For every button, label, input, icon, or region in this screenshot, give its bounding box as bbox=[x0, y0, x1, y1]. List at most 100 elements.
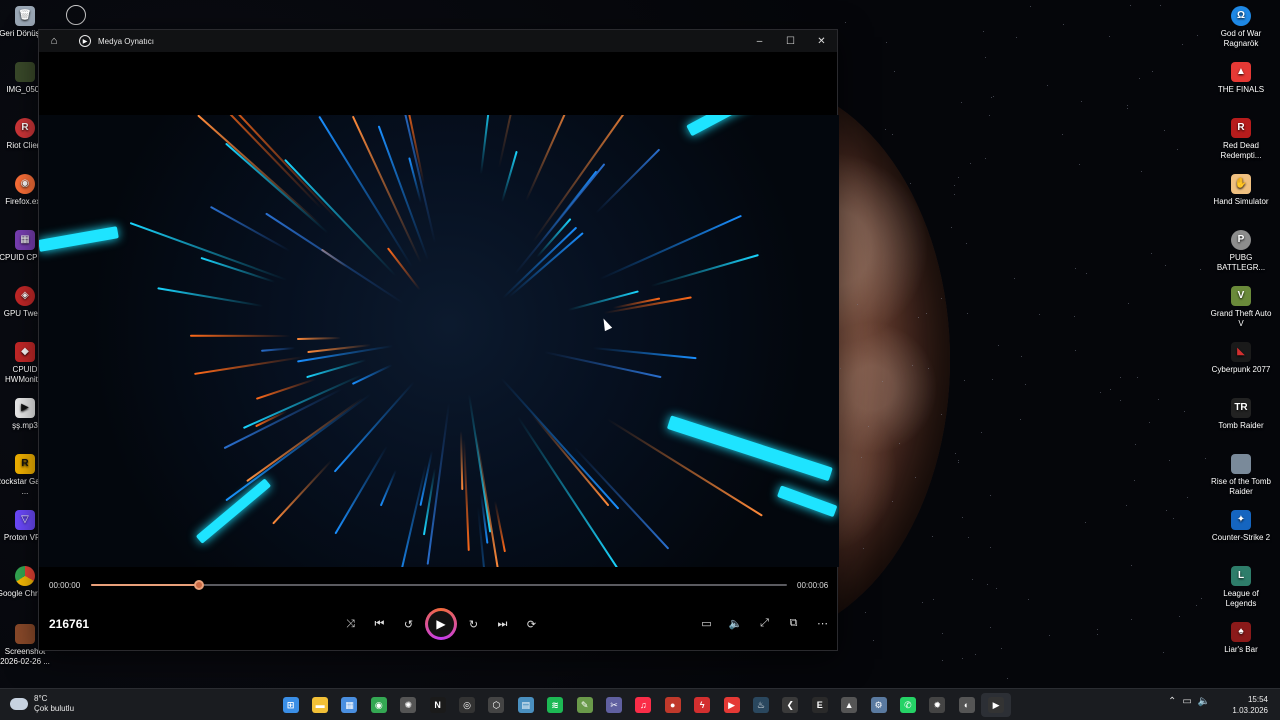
weather-widget[interactable]: 8°C Çok bulutlu bbox=[10, 694, 74, 714]
light-streak bbox=[525, 115, 574, 202]
taskbar-app-media-player[interactable]: ▶ bbox=[981, 693, 1011, 717]
taskbar-app-photos[interactable]: ▤ bbox=[511, 693, 540, 717]
close-button[interactable]: ✕ bbox=[806, 30, 837, 52]
star-decoration bbox=[989, 115, 991, 117]
taskbar-app-notepad[interactable]: ✎ bbox=[570, 693, 599, 717]
chatgpt-icon: ✺ bbox=[400, 697, 417, 713]
minimize-button[interactable]: – bbox=[744, 30, 775, 52]
star-decoration bbox=[1201, 598, 1203, 600]
desktop-icon-cyberpunk[interactable]: ◣ Cyberpunk 2077 bbox=[1210, 342, 1272, 375]
previous-icon[interactable]: ⏮ bbox=[365, 609, 394, 639]
taskbar-app-whatsapp[interactable]: ✆ bbox=[893, 693, 922, 717]
taskbar-app-unity[interactable]: ⬡ bbox=[482, 693, 511, 717]
desktop-icon-gta5[interactable]: V Grand Theft Auto V bbox=[1210, 286, 1272, 329]
star-decoration bbox=[953, 184, 955, 186]
star-decoration bbox=[856, 303, 858, 305]
taskbar-app-netflix[interactable]: N bbox=[423, 693, 452, 717]
light-streak bbox=[264, 212, 404, 304]
star-decoration bbox=[1197, 34, 1199, 36]
desktop-icon-pubg[interactable]: P PUBG BATTLEGR... bbox=[1210, 230, 1272, 273]
next-icon[interactable]: ⏭ bbox=[488, 609, 517, 639]
taskbar-app-chatgpt[interactable]: ✺ bbox=[394, 693, 423, 717]
desktop-icon-lol[interactable]: L League of Legends bbox=[1210, 566, 1272, 609]
maximize-button[interactable]: ☐ bbox=[775, 30, 806, 52]
star-decoration bbox=[1006, 678, 1008, 680]
light-streak bbox=[686, 115, 816, 137]
rewind-10-icon[interactable]: ↺ bbox=[394, 609, 423, 639]
star-decoration bbox=[1074, 267, 1076, 269]
taskbar-app-game-launcher[interactable]: ❮ bbox=[776, 693, 805, 717]
star-decoration bbox=[1120, 399, 1122, 401]
taskbar-app-vpn[interactable]: ▲ bbox=[834, 693, 863, 717]
star-decoration bbox=[1119, 376, 1121, 378]
light-streak bbox=[261, 347, 296, 352]
taskbar-app-snipping-tool[interactable]: ✂ bbox=[599, 693, 628, 717]
fullscreen-icon[interactable]: ⤢ bbox=[750, 608, 779, 638]
progress-track[interactable] bbox=[91, 580, 787, 590]
taskbar-app-obs[interactable]: ◎ bbox=[452, 693, 481, 717]
protonvpn-icon: ▽ bbox=[15, 510, 35, 530]
star-decoration bbox=[1024, 383, 1026, 385]
desktop-icon-the-finals[interactable]: ▲ THE FINALS bbox=[1210, 62, 1272, 95]
play-button[interactable]: ▶ bbox=[425, 608, 457, 640]
display-icon[interactable]: ▭ bbox=[1182, 696, 1191, 707]
star-decoration bbox=[1047, 85, 1049, 87]
taskbar-app-epic-games[interactable]: E bbox=[805, 693, 834, 717]
star-decoration bbox=[1205, 457, 1207, 459]
more-options-icon[interactable]: ⋯ bbox=[808, 608, 837, 638]
subtitles-icon[interactable]: ▭ bbox=[692, 608, 721, 638]
taskbar-app-davinci[interactable]: ● bbox=[658, 693, 687, 717]
star-decoration bbox=[960, 102, 962, 104]
whatsapp-icon: ✆ bbox=[899, 697, 916, 713]
forward-30-icon[interactable]: ↻ bbox=[459, 609, 488, 639]
desktop-icon-rdr2[interactable]: R Red Dead Redempti... bbox=[1210, 118, 1272, 161]
taskbar-app-settings[interactable]: ⚙ bbox=[864, 693, 893, 717]
star-decoration bbox=[1062, 133, 1064, 135]
star-decoration bbox=[1172, 518, 1174, 520]
repeat-icon[interactable]: ⟳ bbox=[517, 609, 546, 639]
desktop-icon-hand-simulator[interactable]: ✋ Hand Simulator bbox=[1210, 174, 1272, 207]
steelseries-desktop-icon[interactable] bbox=[66, 5, 86, 25]
home-icon[interactable]: ⌂ bbox=[39, 35, 69, 47]
taskbar-app-riot[interactable]: ◐ bbox=[952, 693, 981, 717]
star-decoration bbox=[1086, 273, 1088, 275]
clock-date: 1.03.2026 bbox=[1232, 706, 1268, 715]
star-decoration bbox=[892, 134, 894, 136]
taskbar-app-youtube[interactable]: ▶ bbox=[717, 693, 746, 717]
clock[interactable]: 15:54 1.03.2026 bbox=[1228, 694, 1268, 716]
taskbar-app-steam[interactable]: ♨ bbox=[746, 693, 775, 717]
video-frame[interactable] bbox=[39, 115, 839, 567]
taskbar-app-file-explorer[interactable]: ▬ bbox=[305, 693, 334, 717]
mute-icon[interactable]: 🔈 bbox=[721, 608, 750, 638]
desktop-icon-rise-tomb-raider[interactable]: Rise of the Tomb Raider bbox=[1210, 454, 1272, 497]
taskbar-app-spotify[interactable]: ≋ bbox=[541, 693, 570, 717]
seek-bar: 00:00:00 00:00:06 bbox=[39, 575, 839, 595]
shuffle-icon[interactable]: ⤨ bbox=[336, 609, 365, 639]
rockstar-icon: R bbox=[15, 454, 35, 474]
star-decoration bbox=[1182, 44, 1184, 46]
desktop-icon-liars-bar[interactable]: ♠ Liar's Bar bbox=[1210, 622, 1272, 655]
taskbar-app-start[interactable]: ⊞ bbox=[276, 693, 305, 717]
progress-thumb[interactable] bbox=[193, 580, 204, 590]
desktop-icon-cs2[interactable]: ✦ Counter-Strike 2 bbox=[1210, 510, 1272, 543]
desktop-icon-tomb-raider[interactable]: TR Tomb Raider bbox=[1210, 398, 1272, 431]
system-tray: ⌃ ▭ 🔈 bbox=[1168, 696, 1210, 707]
taskbar-app-microsoft-store[interactable]: ▦ bbox=[335, 693, 364, 717]
speaker-icon[interactable]: 🔈 bbox=[1198, 696, 1210, 707]
taskbar-app-flash[interactable]: ϟ bbox=[687, 693, 716, 717]
taskbar-app-chrome[interactable]: ◉ bbox=[364, 693, 393, 717]
mini-player-icon[interactable]: ⧉ bbox=[779, 608, 808, 638]
firefox-icon: ◉ bbox=[15, 174, 35, 194]
hand-simulator-icon: ✋ bbox=[1231, 174, 1251, 194]
taskbar-apps: ⊞ ▬ ▦ ◉ ✺ N ◎ ⬡ ▤ ≋ ✎ ✂ ♫ ● ϟ ▶ ♨ ❮ E ▲ ⚙ ✆ ✹ ◐ ▶ bbox=[276, 693, 1011, 717]
light-streak bbox=[501, 150, 519, 202]
netflix-icon: N bbox=[429, 697, 446, 713]
chevron-up-icon[interactable]: ⌃ bbox=[1168, 696, 1176, 707]
transport-controls: ⤨ ⏮ ↺ ▶ ↻ ⏭ ⟳ bbox=[336, 608, 546, 640]
taskbar-app-steelseries[interactable]: ✹ bbox=[923, 693, 952, 717]
light-streak bbox=[377, 124, 429, 261]
desktop-icon-god-of-war[interactable]: Ω God of War Ragnarök bbox=[1210, 6, 1272, 49]
star-decoration bbox=[1160, 4, 1162, 6]
desktop-icon-label: THE FINALS bbox=[1217, 85, 1265, 94]
taskbar-app-apple-music[interactable]: ♫ bbox=[629, 693, 658, 717]
